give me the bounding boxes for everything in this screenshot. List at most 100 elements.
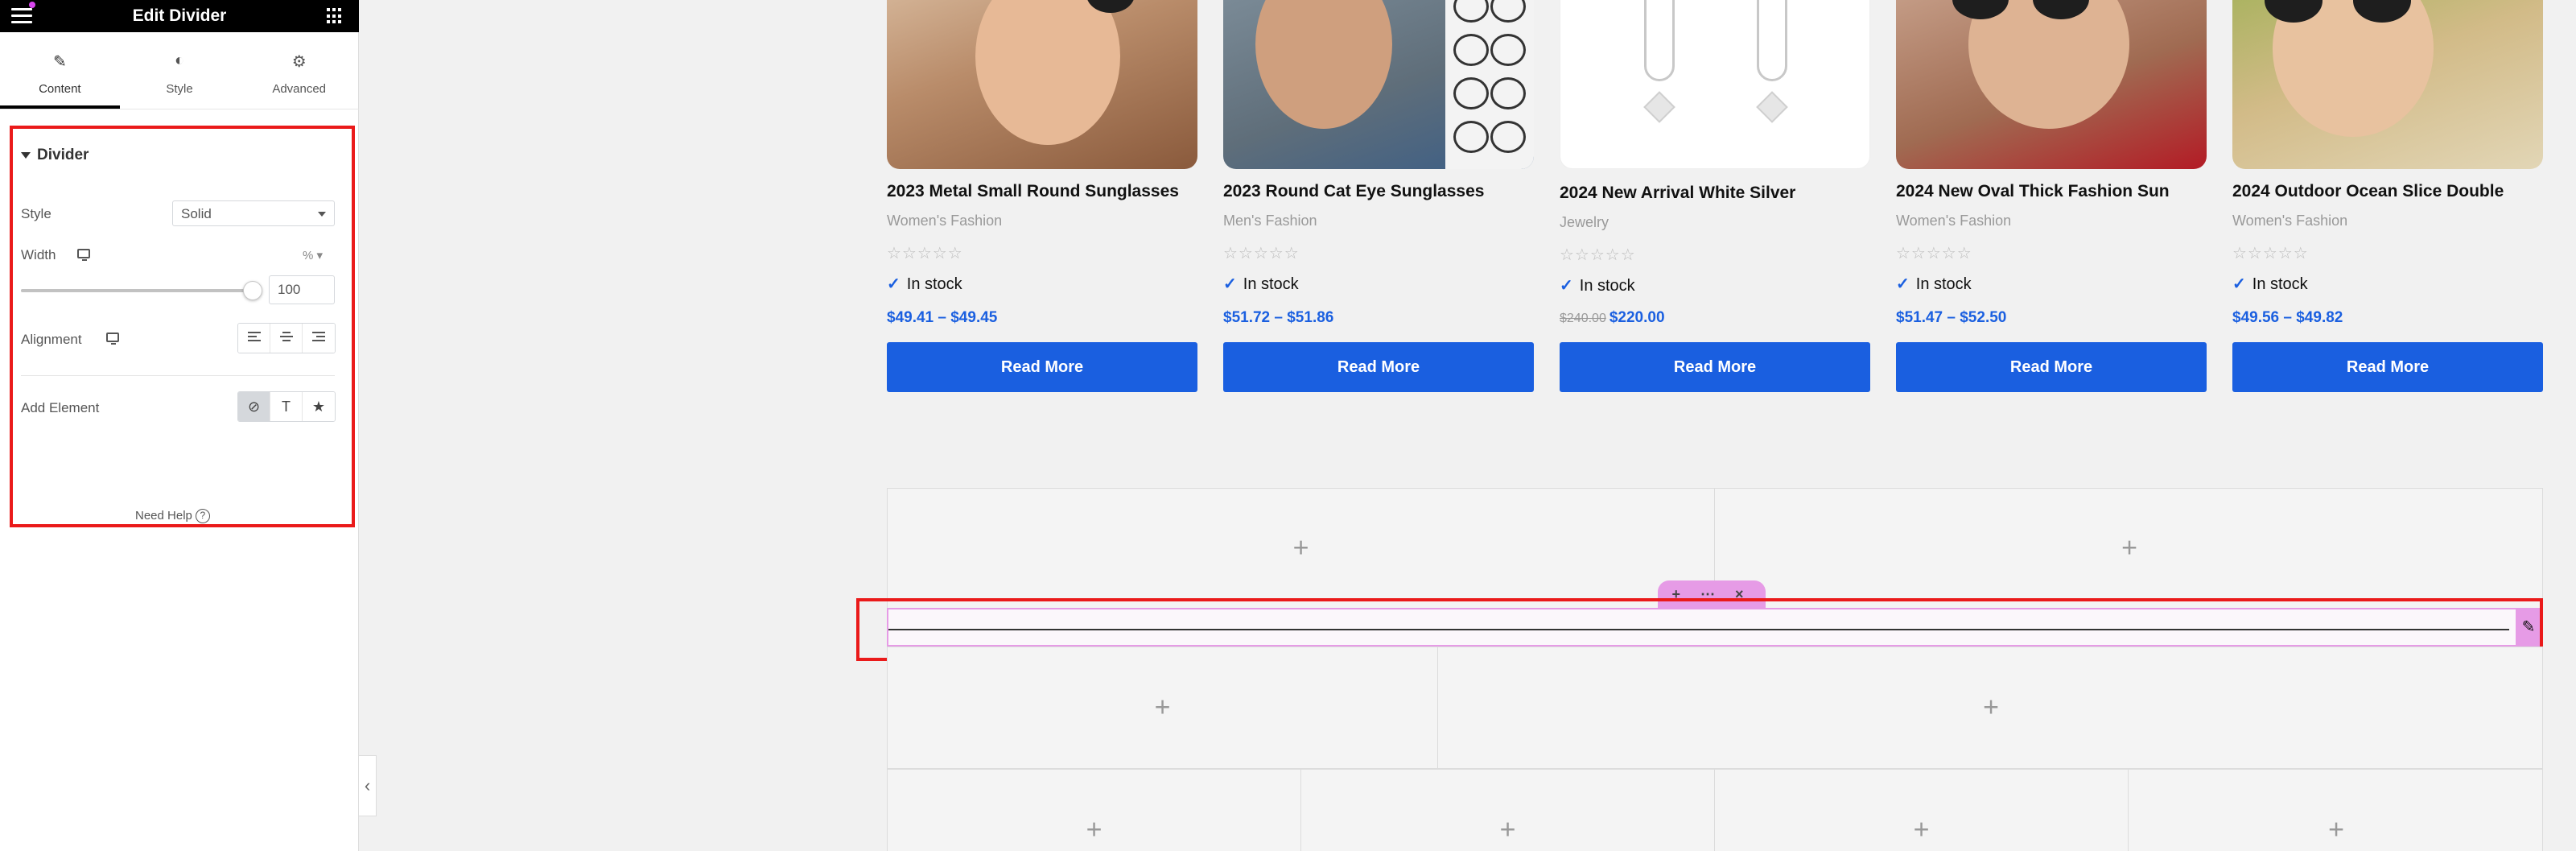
alignment-group — [237, 323, 336, 353]
rating-stars: ☆☆☆☆☆ — [887, 245, 963, 262]
style-select[interactable]: Solid — [172, 200, 335, 226]
need-help-label: Need Help — [135, 509, 192, 523]
product-category[interactable]: Men's Fashion — [1223, 213, 1317, 229]
product-image[interactable] — [1896, 0, 2207, 169]
panel-title: Edit Divider — [132, 6, 227, 25]
tab-advanced[interactable]: ⚙ Advanced — [239, 32, 359, 109]
desktop-icon[interactable] — [106, 333, 119, 345]
price-value: $51.47 – $52.50 — [1896, 309, 2007, 326]
product-name[interactable]: 2024 Outdoor Ocean Slice Double — [2232, 182, 2554, 201]
width-slider-track[interactable] — [21, 289, 254, 292]
add-widget-plus-icon[interactable]: + — [2121, 533, 2137, 564]
tab-content[interactable]: ✎ Content — [0, 32, 120, 109]
add-widget-plus-icon[interactable]: + — [1983, 692, 1999, 724]
align-right-icon — [312, 332, 325, 345]
stock-label: In stock — [1579, 277, 1635, 295]
add-widget-plus-icon[interactable]: + — [1086, 814, 1103, 845]
need-help-link[interactable]: Need Help? — [135, 509, 210, 524]
width-slider-handle[interactable] — [243, 281, 262, 300]
product-name[interactable]: 2024 New Arrival White Silver — [1560, 184, 1882, 203]
empty-column[interactable]: + — [888, 770, 1301, 851]
product-image[interactable] — [1223, 0, 1534, 169]
rating-stars: ☆☆☆☆☆ — [1560, 246, 1636, 264]
stock-label: In stock — [906, 275, 962, 293]
product-image[interactable] — [2232, 0, 2543, 169]
add-element-none-button[interactable]: ⊘ — [238, 392, 270, 421]
empty-column[interactable]: + — [888, 489, 1715, 608]
product-price: $49.41 – $49.45 — [887, 309, 997, 327]
rating-stars: ☆☆☆☆☆ — [1896, 245, 1972, 262]
tab-style[interactable]: ◐ Style — [120, 32, 240, 109]
empty-column[interactable]: + — [1715, 770, 2129, 851]
add-element-label: Add Element — [21, 400, 100, 415]
product-image[interactable] — [1560, 0, 1870, 169]
stock-label: In stock — [2252, 275, 2308, 293]
section-handle[interactable]: + ⋯ × — [1658, 580, 1766, 608]
stock-status: ✓ In stock — [887, 274, 962, 294]
stock-label: In stock — [1243, 275, 1299, 293]
product-name[interactable]: 2023 Metal Small Round Sunglasses — [887, 182, 1209, 201]
widgets-grid-icon[interactable] — [327, 8, 343, 24]
alignment-label: Alignment — [21, 332, 82, 347]
section-toggle-divider[interactable]: Divider — [21, 147, 89, 164]
add-widget-plus-icon[interactable]: + — [1293, 533, 1309, 564]
panel-tabs: ✎ Content ◐ Style ⚙ Advanced — [0, 32, 359, 109]
empty-column[interactable]: + — [2129, 770, 2544, 851]
price-old: $240.00 — [1560, 312, 1606, 325]
product-name[interactable]: 2023 Round Cat Eye Sunglasses — [1223, 182, 1545, 201]
add-widget-plus-icon[interactable]: + — [1155, 692, 1171, 724]
product-name[interactable]: 2024 New Oval Thick Fashion Sun — [1896, 182, 2218, 201]
star-icon: ★ — [311, 399, 326, 415]
product-price: $51.47 – $52.50 — [1896, 309, 2006, 327]
add-element-text-button[interactable]: T — [270, 392, 303, 421]
width-slider-fill — [21, 289, 254, 292]
check-icon: ✓ — [887, 275, 901, 293]
empty-column[interactable]: + — [888, 647, 1438, 768]
empty-column[interactable]: + — [1438, 647, 2544, 768]
empty-column[interactable]: + — [1301, 770, 1715, 851]
product-category[interactable]: Women's Fashion — [1896, 213, 2011, 229]
product-category[interactable]: Women's Fashion — [2232, 213, 2347, 229]
product-grid: 2023 Metal Small Round Sunglasses Women'… — [887, 0, 2543, 403]
rating-stars: ☆☆☆☆☆ — [1223, 245, 1300, 262]
width-input[interactable] — [269, 275, 335, 304]
separator — [21, 375, 335, 376]
check-icon: ✓ — [2232, 275, 2246, 293]
product-category[interactable]: Jewelry — [1560, 214, 1609, 231]
add-widget-plus-icon[interactable]: + — [1500, 814, 1516, 845]
product-price: $49.56 – $49.82 — [2232, 309, 2343, 327]
read-more-button[interactable]: Read More — [1560, 342, 1870, 392]
product-image[interactable] — [887, 0, 1197, 169]
width-unit-select[interactable]: % ▾ — [303, 248, 323, 262]
collapse-panel-button[interactable]: ‹ — [359, 755, 377, 816]
product-category[interactable]: Women's Fashion — [887, 213, 1002, 229]
section-four-columns: + + + + — [887, 769, 2543, 851]
add-widget-plus-icon[interactable]: + — [1914, 814, 1930, 845]
glasses-variants — [1445, 0, 1534, 169]
help-circle-icon: ? — [195, 509, 210, 524]
read-more-button[interactable]: Read More — [2232, 342, 2543, 392]
edit-pencil-icon[interactable]: ✎ — [2516, 609, 2541, 645]
desktop-icon[interactable] — [77, 249, 90, 261]
rating-stars: ☆☆☆☆☆ — [2232, 245, 2309, 262]
align-right-button[interactable] — [303, 324, 335, 353]
product-price: $51.72 – $51.86 — [1223, 309, 1333, 327]
align-left-button[interactable] — [238, 324, 270, 353]
tab-label: Style — [166, 82, 193, 96]
pencil-icon: ✎ — [52, 53, 67, 71]
add-element-icon-button[interactable]: ★ — [303, 392, 335, 421]
product-price: $240.00 $220.00 — [1560, 309, 1665, 327]
align-center-button[interactable] — [270, 324, 303, 353]
align-center-icon — [280, 332, 293, 345]
empty-column[interactable]: + — [1715, 489, 2544, 608]
divider-widget[interactable]: ✎ — [887, 608, 2543, 647]
align-left-icon — [248, 332, 261, 345]
add-widget-plus-icon[interactable]: + — [2328, 814, 2344, 845]
ban-icon: ⊘ — [247, 399, 261, 415]
read-more-button[interactable]: Read More — [1896, 342, 2207, 392]
check-icon: ✓ — [1223, 275, 1237, 293]
tab-label: Advanced — [272, 82, 327, 96]
read-more-button[interactable]: Read More — [887, 342, 1197, 392]
read-more-button[interactable]: Read More — [1223, 342, 1534, 392]
chevron-left-icon: ‹ — [364, 775, 371, 795]
